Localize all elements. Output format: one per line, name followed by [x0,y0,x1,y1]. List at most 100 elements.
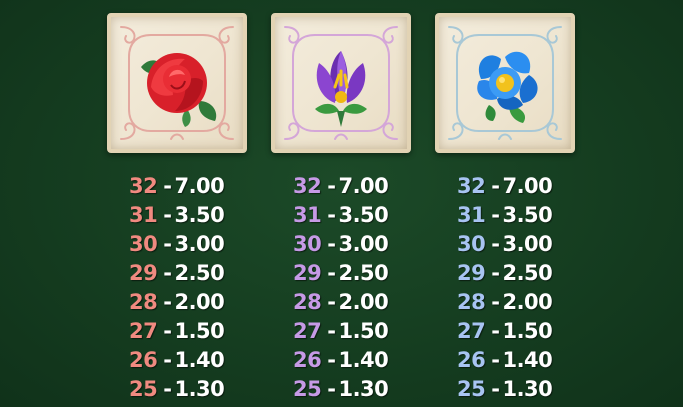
symbol-count: 29 [457,261,486,285]
payout-value: 3.50 [502,203,553,227]
symbol-count: 31 [457,203,486,227]
symbol-count: 32 [293,174,322,198]
payout-row: 29-2.50 [129,259,259,288]
payout-row: 25-1.30 [457,375,587,404]
separator-dash: - [327,203,336,227]
paytable-crocus: 32-7.00 31-3.50 30-3.00 29-2.50 28-2.00 27-1.… [293,172,423,404]
symbol-count: 28 [293,290,322,314]
symbol-count: 31 [293,203,322,227]
symbol-count: 27 [457,319,486,343]
paytable-blue-flower: 32-7.00 31-3.50 30-3.00 29-2.50 28-2.00 27-1.… [457,172,587,404]
payout-row: 26-1.40 [457,346,587,375]
payout-row: 27-1.50 [129,317,259,346]
payout-value: 1.40 [502,348,553,372]
symbol-count: 26 [129,348,158,372]
payout-row: 30-3.00 [129,230,259,259]
symbol-count: 30 [293,232,322,256]
payout-value: 2.50 [338,261,389,285]
symbol-tile-rose [107,13,247,153]
separator-dash: - [163,174,172,198]
separator-dash: - [327,319,336,343]
payout-value: 3.00 [338,232,389,256]
symbol-count: 32 [129,174,158,198]
separator-dash: - [491,348,500,372]
symbol-count: 25 [457,377,486,401]
payout-value: 3.00 [174,232,225,256]
payout-row: 31-3.50 [293,201,423,230]
blue-flower-icon [477,51,538,123]
payout-value: 3.50 [338,203,389,227]
crocus-icon [315,51,367,127]
separator-dash: - [491,290,500,314]
separator-dash: - [327,377,336,401]
payout-row: 25-1.30 [293,375,423,404]
paytable-screen: { "colors": { "background": "#173f22", "… [0,0,683,407]
payout-value: 2.50 [174,261,225,285]
payout-row: 28-2.00 [457,288,587,317]
symbol-count: 32 [457,174,486,198]
payout-value: 1.50 [502,319,553,343]
separator-dash: - [491,319,500,343]
symbol-count: 30 [129,232,158,256]
symbol-count: 26 [293,348,322,372]
payout-row: 31-3.50 [457,201,587,230]
payout-row: 32-7.00 [457,172,587,201]
separator-dash: - [327,174,336,198]
separator-dash: - [163,377,172,401]
payout-value: 1.30 [338,377,389,401]
payout-value: 1.40 [338,348,389,372]
separator-dash: - [327,232,336,256]
payout-value: 2.00 [502,290,553,314]
payout-row: 31-3.50 [129,201,259,230]
payout-row: 30-3.00 [457,230,587,259]
payout-value: 7.00 [174,174,225,198]
separator-dash: - [163,203,172,227]
payout-value: 1.30 [502,377,553,401]
separator-dash: - [163,319,172,343]
payout-row: 32-7.00 [129,172,259,201]
payout-value: 2.00 [174,290,225,314]
separator-dash: - [327,290,336,314]
separator-dash: - [491,232,500,256]
payout-row: 27-1.50 [293,317,423,346]
symbol-count: 28 [457,290,486,314]
payout-row: 30-3.00 [293,230,423,259]
payout-value: 3.50 [174,203,225,227]
paytable-rose: 32-7.00 31-3.50 30-3.00 29-2.50 28-2.00 27-1.… [129,172,259,404]
separator-dash: - [163,261,172,285]
symbol-count: 31 [129,203,158,227]
symbol-count: 29 [293,261,322,285]
payout-row: 32-7.00 [293,172,423,201]
payout-value: 7.00 [338,174,389,198]
payout-value: 2.50 [502,261,553,285]
payout-row: 29-2.50 [457,259,587,288]
separator-dash: - [163,290,172,314]
payout-row: 25-1.30 [129,375,259,404]
separator-dash: - [327,348,336,372]
payout-row: 29-2.50 [293,259,423,288]
payout-value: 7.00 [502,174,553,198]
symbol-count: 25 [293,377,322,401]
payout-value: 1.30 [174,377,225,401]
separator-dash: - [163,232,172,256]
payout-value: 2.00 [338,290,389,314]
symbol-count: 30 [457,232,486,256]
symbol-count: 29 [129,261,158,285]
payout-row: 28-2.00 [129,288,259,317]
payout-value: 1.50 [338,319,389,343]
payout-row: 26-1.40 [129,346,259,375]
payout-row: 27-1.50 [457,317,587,346]
symbol-tile-blue-flower [435,13,575,153]
payout-row: 28-2.00 [293,288,423,317]
symbol-count: 28 [129,290,158,314]
symbol-count: 25 [129,377,158,401]
separator-dash: - [491,377,500,401]
separator-dash: - [491,261,500,285]
separator-dash: - [491,203,500,227]
payout-value: 1.50 [174,319,225,343]
symbol-count: 27 [129,319,158,343]
rose-icon [141,53,217,127]
payout-value: 1.40 [174,348,225,372]
symbol-count: 26 [457,348,486,372]
symbol-tile-crocus [271,13,411,153]
